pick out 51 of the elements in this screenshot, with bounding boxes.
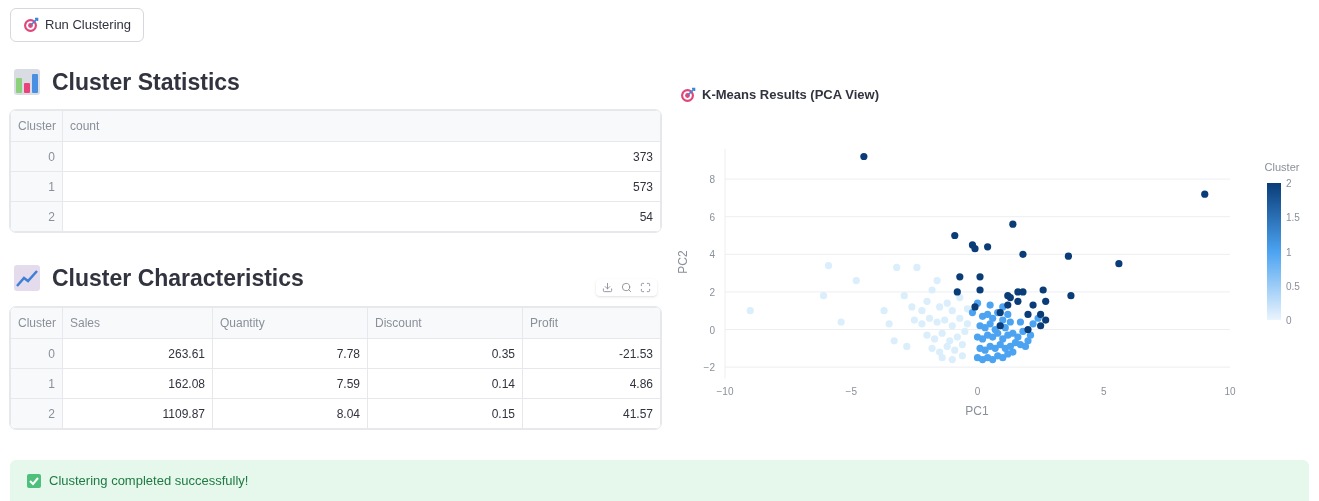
column-header: Sales xyxy=(62,307,213,339)
column-header: count xyxy=(62,110,661,142)
row-index: 1 xyxy=(10,171,63,202)
table-cell: 8.04 xyxy=(212,398,368,429)
table-cell: -21.53 xyxy=(522,338,661,369)
column-header: Discount xyxy=(367,307,523,339)
y-tick-label: 2 xyxy=(709,286,715,298)
colorbar-tick-label: 0.5 xyxy=(1286,280,1300,292)
table-cell: 7.59 xyxy=(212,368,368,399)
x-tick-label: 5 xyxy=(1100,386,1107,397)
table-cell: 162.08 xyxy=(62,368,213,399)
chart-title: K-Means Results (PCA View) xyxy=(702,86,879,105)
success-message: Clustering completed successfully! xyxy=(49,471,249,490)
colorbar-title: Cluster xyxy=(1264,161,1300,173)
x-tick-label: 10 xyxy=(1224,386,1236,397)
row-index: 2 xyxy=(10,201,63,232)
table-cell: 41.57 xyxy=(522,398,661,429)
x-tick-label: −5 xyxy=(845,386,857,397)
section-heading: Cluster Characteristics xyxy=(52,263,304,293)
colorbar-tick-label: 1.5 xyxy=(1286,212,1300,224)
table-cell: 0.14 xyxy=(367,368,523,399)
table-cell: 0.15 xyxy=(367,398,523,429)
row-index: 0 xyxy=(10,141,63,172)
y-tick-label: 0 xyxy=(709,324,715,336)
table-cell: 7.78 xyxy=(212,338,368,369)
column-header: Quantity xyxy=(212,307,368,339)
table-cell: 54 xyxy=(62,201,661,232)
row-index: 1 xyxy=(10,368,63,399)
column-header: Cluster xyxy=(10,307,63,339)
y-tick-label: 8 xyxy=(709,174,715,186)
y-tick-label: −2 xyxy=(703,362,715,374)
x-axis-title: PC1 xyxy=(965,404,989,418)
y-tick-label: 6 xyxy=(709,211,715,223)
y-axis-title: PC2 xyxy=(676,250,690,274)
section-heading: Cluster Statistics xyxy=(52,67,240,97)
table-cell: 4.86 xyxy=(522,368,661,399)
y-tick-label: 4 xyxy=(709,249,715,261)
column-header: Cluster xyxy=(10,110,63,142)
row-index: 0 xyxy=(10,338,63,369)
table-cell: 263.61 xyxy=(62,338,213,369)
x-tick-label: 0 xyxy=(974,386,981,397)
table-cell: 573 xyxy=(62,171,661,202)
column-header: Profit xyxy=(522,307,661,339)
table-cell: 1109.87 xyxy=(62,398,213,429)
colorbar-tick-label: 1 xyxy=(1286,246,1292,258)
colorbar-tick-label: 2 xyxy=(1286,178,1292,189)
x-tick-label: −10 xyxy=(716,386,734,397)
table-cell: 0.35 xyxy=(367,338,523,369)
colorbar-tick-label: 0 xyxy=(1286,315,1292,326)
table-cell: 373 xyxy=(62,141,661,172)
row-index: 2 xyxy=(10,398,63,429)
